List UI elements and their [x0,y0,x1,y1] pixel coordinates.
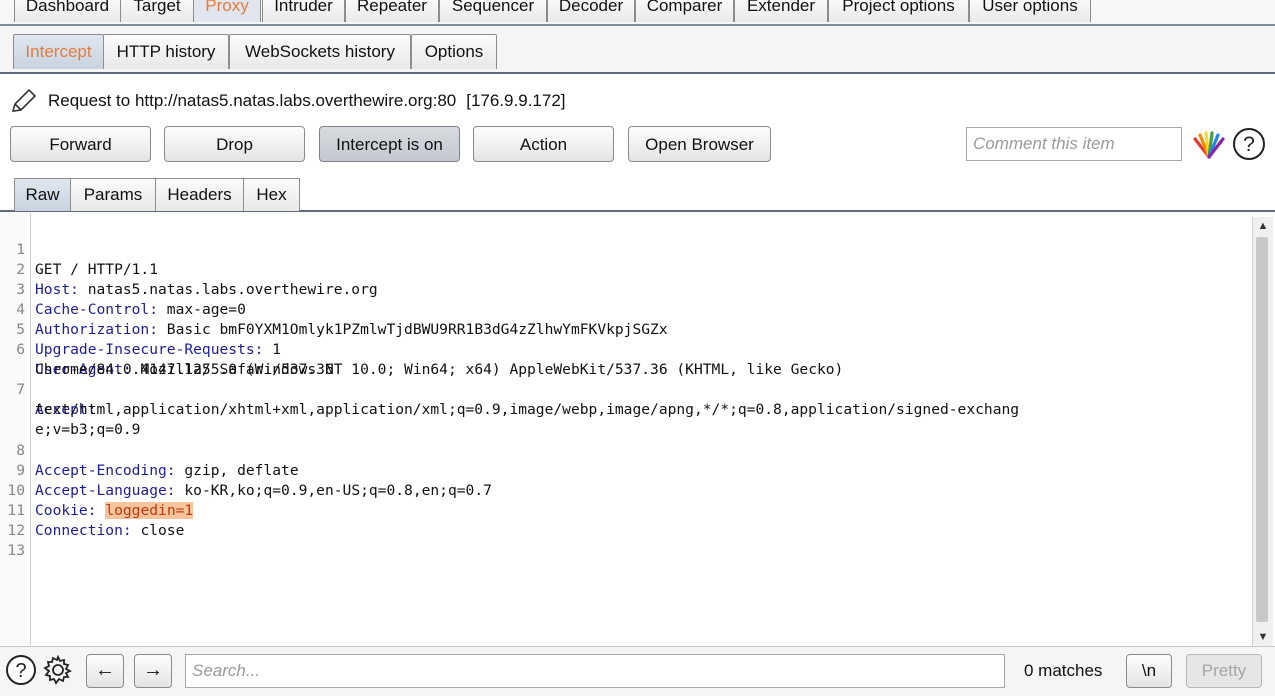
editor-line: 2 Host: natas5.natas.labs.overthewire.or… [0,240,1252,298]
main-tab-bar: Dashboard Target Proxy Intruder Repeater… [0,0,1275,26]
editor-line: 8 Accept-Encoding: gzip, deflate [0,421,1252,479]
editor-scrollbar[interactable]: ▲ ▼ [1252,217,1273,646]
tab-raw[interactable]: Raw [14,178,71,211]
newline-toggle-button[interactable]: \n [1126,654,1172,688]
svg-text:?: ? [1243,133,1255,156]
editor-line: Chrome/84.0.4147.125 Safari/537.36 [0,340,1252,378]
editor-line: 10 Cookie: loggedin=1 [0,461,1252,519]
comment-input[interactable]: Comment this item [966,127,1182,161]
tab-dashboard[interactable]: Dashboard [14,0,121,22]
next-match-button[interactable]: → [134,654,172,688]
tab-project-options[interactable]: Project options [828,0,969,22]
forward-button[interactable]: Forward [10,126,151,162]
search-bar: ? ← → Search... 0 matches \n Pretty [0,646,1275,696]
tab-intruder[interactable]: Intruder [262,0,345,22]
pencil-icon[interactable] [10,88,38,114]
editor-line: 1 GET / HTTP/1.1 [0,220,1252,278]
action-button[interactable]: Action [473,126,614,162]
tab-intercept[interactable]: Intercept [13,34,104,69]
drop-button[interactable]: Drop [164,126,305,162]
tab-repeater[interactable]: Repeater [345,0,439,22]
arrow-left-icon: ← [95,659,115,681]
request-target-line: Request to http://natas5.natas.labs.over… [10,88,566,114]
tab-websockets-history[interactable]: WebSockets history [229,34,411,69]
editor-line: 4 Authorization: Basic bmF0YXM1Omlyk1PZm… [0,280,1252,338]
tab-user-options[interactable]: User options [969,0,1091,22]
pretty-button[interactable]: Pretty [1186,654,1262,688]
burp-logo-icon [1193,131,1225,159]
tab-http-history[interactable]: HTTP history [103,34,229,69]
editor-line: 3 Cache-Control: max-age=0 [0,260,1252,318]
editor-line: 12 [0,501,1252,539]
tab-proxy[interactable]: Proxy [193,0,261,22]
tab-sequencer[interactable]: Sequencer [439,0,547,22]
request-ip: [176.9.9.172] [466,91,566,110]
request-editor[interactable]: 1 GET / HTTP/1.1 2 Host: natas5.natas.la… [0,213,1252,645]
editor-line: 7 Accept: [0,360,1252,418]
tab-comparer[interactable]: Comparer [635,0,734,22]
line-number: 13 [7,542,25,559]
tab-params[interactable]: Params [70,178,156,211]
editor-line: text/html,application/xhtml+xml,applicat… [0,380,1252,418]
svg-text:?: ? [15,660,26,682]
open-browser-button[interactable]: Open Browser [628,126,771,162]
editor-line: 5 Upgrade-Insecure-Requests: 1 [0,300,1252,358]
previous-match-button[interactable]: ← [86,654,124,688]
proxy-subtab-bar: Intercept HTTP history WebSockets histor… [0,26,1275,74]
tab-decoder[interactable]: Decoder [547,0,635,22]
intercept-toggle-button[interactable]: Intercept is on [319,126,460,162]
tab-headers[interactable]: Headers [155,178,244,211]
gear-icon[interactable] [42,654,74,686]
tab-options[interactable]: Options [411,34,497,69]
burp-window: Dashboard Target Proxy Intruder Repeater… [0,0,1275,696]
message-view-tab-bar: Raw Params Headers Hex [0,176,1275,212]
scroll-up-icon[interactable]: ▲ [1253,217,1273,235]
editor-line: e;v=b3;q=0.9 [0,400,1252,438]
tab-extender[interactable]: Extender [734,0,828,22]
arrow-right-icon: → [143,659,163,681]
request-url: Request to http://natas5.natas.labs.over… [48,91,457,110]
editor-line: 11 Connection: close [0,481,1252,539]
editor-line: 9 Accept-Language: ko-KR,ko;q=0.9,en-US;… [0,441,1252,499]
search-input[interactable]: Search... [185,654,1005,688]
scroll-down-icon[interactable]: ▼ [1253,628,1273,646]
tab-target[interactable]: Target [120,0,194,22]
help-icon[interactable]: ? [5,654,37,686]
editor-line: 6 User-Agent: Mozilla/5.0 (Windows NT 10… [0,320,1252,378]
editor-line: 13 [0,521,1252,559]
scroll-thumb[interactable] [1256,237,1268,622]
match-count: 0 matches [1024,661,1103,680]
tab-hex[interactable]: Hex [243,178,300,211]
help-icon[interactable]: ? [1232,127,1266,161]
